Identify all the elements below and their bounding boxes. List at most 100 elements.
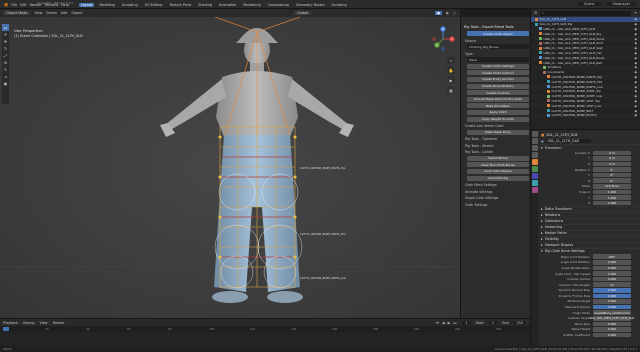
- property-value[interactable]: 0.000: [593, 299, 631, 304]
- visibility-eye-icon[interactable]: ◉: [634, 65, 640, 69]
- property-value[interactable]: 1.000: [593, 195, 631, 200]
- visibility-eye-icon[interactable]: ◉: [634, 46, 640, 50]
- tab-layout[interactable]: Layout: [78, 2, 95, 7]
- visibility-eye-icon[interactable]: ◉: [634, 89, 640, 93]
- camera-icon[interactable]: ▶: [447, 76, 455, 84]
- mode-selector[interactable]: Object Mode: [3, 11, 31, 15]
- annotate-icon[interactable]: ✎: [2, 66, 9, 73]
- shading-solid-icon[interactable]: ●: [435, 11, 443, 15]
- transform-orientation[interactable]: Global: [294, 11, 312, 15]
- tab-animation[interactable]: Animation: [217, 3, 238, 7]
- object-name[interactable]: SGL_CL_CLTH_GLB: [546, 133, 577, 137]
- move-icon[interactable]: ✥: [2, 38, 9, 45]
- menu-file[interactable]: File: [11, 3, 17, 7]
- tab-modeling[interactable]: Modeling: [97, 3, 116, 7]
- select-bones-button[interactable]: Select Bones: [467, 155, 529, 161]
- constraint-tab-icon[interactable]: [531, 166, 538, 172]
- visibility-eye-icon[interactable]: ◉: [634, 75, 640, 79]
- proxy-anchors-button[interactable]: Create Proxy Anchors: [467, 76, 529, 82]
- menu-edit[interactable]: Edit: [20, 3, 27, 7]
- visibility-eye-icon[interactable]: ◉: [634, 61, 640, 65]
- property-value[interactable]: 0 m: [593, 150, 631, 156]
- visibility-eye-icon[interactable]: ◉: [634, 41, 640, 45]
- visibility-eye-icon[interactable]: ◉: [634, 70, 640, 74]
- navigation-gizmo[interactable]: X Z Y: [430, 26, 456, 52]
- property-value[interactable]: Angle/Bone_Limit/Comm: [593, 310, 631, 315]
- npanel-section-title[interactable]: Rig Tools - Export Blend Tools: [464, 25, 527, 29]
- property-value[interactable]: 0 m: [593, 156, 631, 161]
- end-frame-field[interactable]: 250: [513, 320, 526, 325]
- bone-stretchy-button[interactable]: Create Bone Stretchy: [467, 83, 529, 89]
- outliner-search-input[interactable]: ⌕: [540, 10, 632, 16]
- property-value[interactable]: 0.000: [593, 276, 631, 282]
- subsection-tightener[interactable]: Rig Tools - Tightener: [465, 137, 527, 141]
- tool-tab-icon[interactable]: [531, 131, 538, 137]
- material-tab-icon[interactable]: [531, 187, 538, 193]
- property-value[interactable]: SGL_GUL_MED_CLTH_GLB_Vest: [590, 315, 634, 321]
- add-collision-button[interactable]: Cloth Add Collision: [467, 168, 529, 174]
- tab-texture-paint[interactable]: Texture Paint: [167, 3, 193, 7]
- tab-geometry-nodes[interactable]: Geometry Nodes: [294, 3, 327, 7]
- copy-weight-button[interactable]: Copy Weight To Cloth: [467, 116, 529, 122]
- subsection-stretch[interactable]: Rig Tools - Stretch: [465, 144, 527, 148]
- tab-scripting[interactable]: Scripting: [330, 3, 349, 7]
- output-tab-icon[interactable]: [531, 145, 538, 151]
- tab-uv-editing[interactable]: UV Editing: [143, 3, 165, 7]
- current-frame-field[interactable]: 1: [462, 320, 471, 325]
- rotate-icon[interactable]: ↻: [2, 45, 9, 52]
- visibility-eye-icon[interactable]: ◉: [634, 104, 640, 108]
- visibility-eye-icon[interactable]: ◉: [634, 99, 640, 103]
- playhead[interactable]: [3, 327, 9, 331]
- cloth-anchors-button[interactable]: Create Cloth Anchors: [467, 70, 529, 76]
- property-value[interactable]: 0.000: [593, 293, 631, 299]
- select-box-icon[interactable]: ▭: [2, 24, 9, 31]
- visibility-eye-icon[interactable]: ◉: [634, 37, 640, 41]
- property-value[interactable]: 0°: [593, 172, 631, 178]
- property-value[interactable]: 1.000: [593, 189, 631, 195]
- start-frame-field[interactable]: 1: [488, 320, 498, 325]
- property-value[interactable]: 0°: [593, 178, 631, 184]
- 3d-viewport[interactable]: CLOTH_ANCHOR_BONE_PANTS_Top CLOTH_ANCHOR…: [0, 17, 460, 318]
- viewport-menu-add[interactable]: Add: [61, 11, 68, 15]
- apply-cloth-button[interactable]: Apply Cloth: [467, 109, 529, 115]
- make-proxy-button[interactable]: Make Mesh Proxy: [467, 129, 529, 135]
- cloth-settings-button[interactable]: Create Cloth Settings: [467, 63, 529, 69]
- outliner-row[interactable]: CLOTH_ANCHOR_BONE_BOOTS ◉: [531, 112, 640, 118]
- tab-shading[interactable]: Shading: [196, 3, 214, 7]
- subsection-collide[interactable]: Rig Tools - Collide: [465, 150, 527, 154]
- viewport-menu-view[interactable]: View: [34, 11, 42, 15]
- timeline-menu-view[interactable]: View: [40, 321, 48, 325]
- filter-icon[interactable]: ⏷: [634, 11, 637, 15]
- view-layer-selector[interactable]: ViewLayer: [606, 2, 636, 6]
- timeline-ruler[interactable]: 020406080100120140160180200220240: [0, 326, 530, 332]
- visibility-eye-icon[interactable]: ◉: [634, 113, 640, 117]
- controls-button[interactable]: Create Controls: [467, 90, 529, 96]
- shading-material-icon[interactable]: ◐: [446, 11, 449, 15]
- zoom-icon[interactable]: ⌕: [447, 56, 455, 64]
- tab-sculpting[interactable]: Sculpting: [120, 3, 140, 7]
- tab-compositing[interactable]: Compositing: [266, 3, 291, 7]
- property-value[interactable]: 0.000: [593, 332, 631, 338]
- physics-tab-icon[interactable]: [531, 180, 538, 186]
- property-value[interactable]: 0°: [593, 167, 631, 172]
- timeline-menu-keying[interactable]: Keying: [23, 321, 34, 325]
- scene-tab-icon[interactable]: [531, 152, 538, 158]
- visibility-eye-icon[interactable]: ◉: [634, 56, 640, 60]
- property-value[interactable]: 0.000: [593, 327, 631, 332]
- visibility-eye-icon[interactable]: ◉: [634, 22, 640, 26]
- property-value[interactable]: 0.000: [593, 304, 631, 310]
- subsection-cloth-settings[interactable]: Cloth Settings: [465, 203, 527, 207]
- property-value[interactable]: 0.000: [593, 260, 631, 265]
- property-value[interactable]: 0.000: [593, 288, 631, 293]
- measure-icon[interactable]: ⊿: [2, 73, 9, 80]
- bake-simulation-button[interactable]: Bake Simulation: [467, 103, 529, 109]
- subsection-single-cloth[interactable]: Single Cloth Settings: [465, 196, 527, 200]
- create-cloth-button[interactable]: Create Cloth Object: [467, 31, 529, 36]
- object-tab-icon[interactable]: [531, 159, 538, 165]
- subsection-mesh-settings[interactable]: Cloth Mesh Settings: [465, 183, 527, 187]
- tab-rendering[interactable]: Rendering: [241, 3, 262, 7]
- cursor-icon[interactable]: ✛: [2, 31, 9, 38]
- scene-selector[interactable]: Scene: [578, 2, 601, 6]
- transform-icon[interactable]: ⊞: [2, 59, 9, 66]
- scale-icon[interactable]: ⤢: [2, 52, 9, 59]
